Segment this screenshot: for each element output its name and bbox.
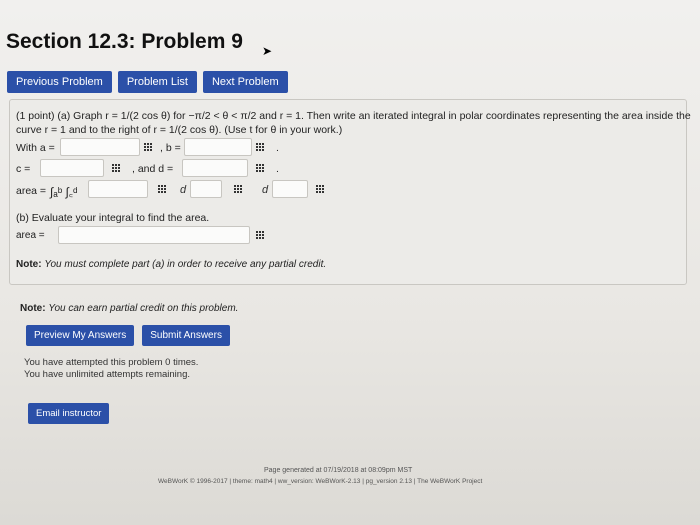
- answer-b-input[interactable]: [184, 138, 252, 156]
- area-answer-input[interactable]: [58, 226, 250, 244]
- problem-navigation: Previous Problem Problem List Next Probl…: [7, 71, 288, 93]
- footer-credits: WeBWorK © 1996-2017 | theme: math4 | ww_…: [158, 478, 483, 485]
- note-text: You can earn partial credit on this prob…: [48, 303, 239, 314]
- note-text: You must complete part (a) in order to r…: [44, 259, 327, 270]
- b-label: , b =: [160, 142, 181, 154]
- page: Section 12.3: Problem 9 ➤ Previous Probl…: [0, 0, 700, 525]
- d-label: , and d =: [132, 163, 174, 175]
- email-instructor-button[interactable]: Email instructor: [28, 403, 110, 424]
- note-label: Note:: [16, 259, 42, 270]
- differential-1-input[interactable]: [190, 180, 222, 198]
- equation-editor-icon[interactable]: [158, 185, 168, 193]
- equation-editor-icon[interactable]: [256, 143, 266, 151]
- equation-editor-icon[interactable]: [112, 164, 122, 172]
- submit-answers-button[interactable]: Submit Answers: [142, 325, 230, 346]
- preview-answers-button[interactable]: Preview My Answers: [26, 325, 135, 346]
- attempts-remaining: You have unlimited attempts remaining.: [24, 369, 190, 380]
- integrand-input[interactable]: [88, 180, 148, 198]
- differential-2-input[interactable]: [272, 180, 308, 198]
- mouse-cursor-icon: ➤: [262, 44, 273, 58]
- next-problem-button[interactable]: Next Problem: [202, 71, 288, 93]
- period: .: [276, 142, 279, 154]
- equation-editor-icon[interactable]: [234, 185, 244, 193]
- problem-body: (1 point) (a) Graph r = 1/(2 cos θ) for …: [9, 99, 691, 285]
- c-label: c =: [16, 163, 31, 175]
- answer-d-input[interactable]: [182, 159, 248, 177]
- problem-statement-line1: (1 point) (a) Graph r = 1/(2 cos θ) for …: [16, 110, 691, 122]
- answer-c-input[interactable]: [40, 159, 104, 177]
- area-label: area =: [16, 185, 47, 197]
- part-b-text: (b) Evaluate your integral to find the a…: [16, 212, 210, 224]
- equation-editor-icon[interactable]: [316, 185, 326, 193]
- note-label: Note:: [20, 303, 46, 314]
- answer-a-input[interactable]: [60, 138, 140, 156]
- equation-editor-icon[interactable]: [144, 143, 154, 151]
- footer-generated: Page generated at 07/19/2018 at 08:09pm …: [264, 467, 413, 474]
- area-label: area =: [16, 230, 45, 241]
- previous-problem-button[interactable]: Previous Problem: [7, 71, 112, 93]
- answer-actions: Preview My Answers Submit Answers: [26, 325, 230, 346]
- attempts-count: You have attempted this problem 0 times.: [24, 357, 199, 368]
- differential-label: d: [180, 184, 187, 196]
- partial-credit-note: Note: You can earn partial credit on thi…: [20, 303, 238, 314]
- with-a-label: With a =: [16, 142, 55, 154]
- part-a-note: Note: You must complete part (a) in orde…: [16, 259, 326, 270]
- differential-label: d: [262, 184, 269, 196]
- integral-expression: ∫ₐᵇ ∫꜀ᵈ: [50, 185, 78, 199]
- problem-list-button[interactable]: Problem List: [117, 71, 197, 93]
- problem-statement-line2: curve r = 1 and to the right of r = 1/(2…: [16, 124, 343, 136]
- page-title: Section 12.3: Problem 9: [6, 30, 243, 53]
- equation-editor-icon[interactable]: [256, 231, 266, 239]
- period: .: [276, 163, 279, 175]
- equation-editor-icon[interactable]: [256, 164, 266, 172]
